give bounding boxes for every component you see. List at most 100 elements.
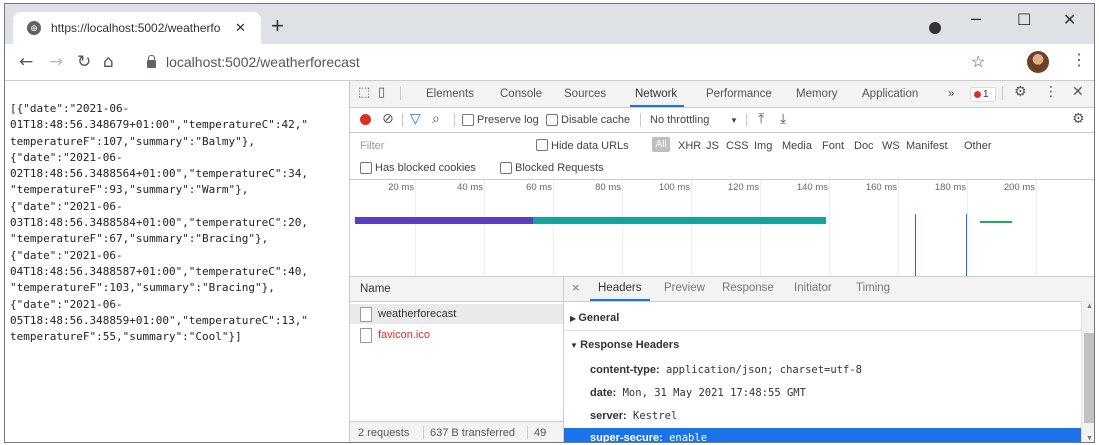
scroll-up-icon[interactable]: ▲ <box>1086 303 1093 310</box>
json-line: temperatureF":107,"summary":"Balmy"}, <box>10 134 256 148</box>
minimize-button[interactable]: ─ <box>971 10 981 29</box>
gridline <box>622 180 623 276</box>
json-line: "temperatureF":93,"summary":"Warm"}, <box>10 183 249 197</box>
separator <box>746 113 747 127</box>
devtools-tab-bar: ⬚ ▯ Elements Console Sources Network Per… <box>350 81 1094 108</box>
lock-icon[interactable] <box>147 54 156 68</box>
extension-icon[interactable] <box>929 22 941 34</box>
tab-network[interactable]: Network <box>635 88 677 100</box>
close-details-icon[interactable]: × <box>572 280 580 295</box>
tab-application[interactable]: Application <box>862 88 918 100</box>
general-section-toggle[interactable]: ▶ General <box>570 312 619 324</box>
separator <box>402 113 403 127</box>
record-icon[interactable] <box>360 114 371 125</box>
request-row[interactable]: favicon.ico <box>350 325 563 345</box>
timeline-tick: 120 ms <box>727 182 759 193</box>
address-bar[interactable]: localhost:5002/weatherforecast <box>125 49 1005 75</box>
profile-avatar[interactable] <box>1027 51 1049 73</box>
name-header-label: Name <box>360 283 391 295</box>
filter-type-xhr[interactable]: XHR <box>678 140 701 152</box>
network-overview-timeline[interactable]: 20 ms 40 ms 60 ms 80 ms 100 ms 120 ms 14… <box>350 180 1094 277</box>
timeline-tick: 60 ms <box>526 182 552 193</box>
tab-preview[interactable]: Preview <box>664 282 705 294</box>
filter-type-manifest[interactable]: Manifest <box>906 140 948 152</box>
filter-type-other[interactable]: Other <box>964 140 992 152</box>
request-name: favicon.ico <box>378 329 430 341</box>
maximize-button[interactable]: ☐ <box>1017 10 1031 29</box>
triangle-down-icon: ▼ <box>570 341 581 350</box>
filter-type-doc[interactable]: Doc <box>854 140 874 152</box>
blocked-requests-checkbox[interactable] <box>500 162 512 174</box>
inspect-element-icon[interactable]: ⬚ <box>358 85 370 100</box>
separator <box>423 426 424 439</box>
home-icon[interactable]: ⌂ <box>103 52 114 72</box>
filter-type-ws[interactable]: WS <box>882 140 900 152</box>
device-toolbar-icon[interactable]: ▯ <box>378 85 385 100</box>
gridline <box>967 180 968 276</box>
import-har-icon[interactable]: ⤒ <box>758 111 764 127</box>
clear-icon[interactable]: ⊘ <box>382 111 394 127</box>
header-row-super-secure[interactable]: super-secure: enable <box>564 428 1081 443</box>
chevron-down-icon[interactable]: ▼ <box>730 116 738 125</box>
name-column-header[interactable]: Name <box>350 277 563 302</box>
header-row-date[interactable]: date: Mon, 31 May 2021 17:48:55 GMT <box>590 387 806 399</box>
tab-headers[interactable]: Headers <box>598 282 641 294</box>
tab-performance[interactable]: Performance <box>706 88 772 100</box>
close-devtools-icon[interactable]: ✕ <box>1072 84 1084 100</box>
separator <box>1002 86 1003 100</box>
search-icon[interactable]: ⌕ <box>432 111 440 127</box>
hide-data-urls-checkbox[interactable] <box>536 139 548 151</box>
tab-close-button[interactable]: ✕ <box>235 20 246 36</box>
tab-memory[interactable]: Memory <box>796 88 838 100</box>
close-window-button[interactable]: ✕ <box>1063 10 1076 29</box>
filter-all-button[interactable]: All <box>652 137 670 152</box>
error-count-badge[interactable]: 1 <box>970 87 996 102</box>
tab-timing[interactable]: Timing <box>856 282 890 294</box>
browser-menu-icon[interactable]: ⋮ <box>1071 50 1087 70</box>
more-tabs-button[interactable]: » <box>948 88 954 100</box>
timeline-tick: 20 ms <box>388 182 414 193</box>
separator <box>527 426 528 439</box>
response-headers-section-toggle[interactable]: ▼ Response Headers <box>570 339 679 351</box>
filter-funnel-icon[interactable]: ▽ <box>410 111 421 127</box>
network-settings-icon[interactable]: ⚙ <box>1072 111 1085 127</box>
tab-elements[interactable]: Elements <box>426 88 474 100</box>
tab-console[interactable]: Console <box>500 88 542 100</box>
header-row-server[interactable]: server: Kestrel <box>590 410 677 422</box>
gridline <box>553 180 554 276</box>
back-icon[interactable]: ← <box>19 52 33 72</box>
header-key: super-secure: <box>590 432 663 443</box>
timeline-tick: 100 ms <box>658 182 690 193</box>
request-row[interactable]: weatherforecast <box>350 304 563 324</box>
reload-icon[interactable]: ↻ <box>77 52 91 72</box>
browser-tab[interactable]: ⊕ https://localhost:5002/weatherfo ✕ <box>13 12 261 44</box>
export-har-icon[interactable]: ⤓ <box>780 111 786 127</box>
filter-type-media[interactable]: Media <box>782 140 812 152</box>
has-blocked-cookies-checkbox[interactable] <box>360 162 372 174</box>
filter-type-css[interactable]: CSS <box>726 140 749 152</box>
disable-cache-checkbox[interactable] <box>546 114 558 126</box>
scroll-down-icon[interactable]: ▼ <box>1086 435 1093 442</box>
header-row-content-type[interactable]: content-type: application/json; charset=… <box>590 364 862 376</box>
filter-bar: Filter Hide data URLs All XHR JS CSS Img… <box>350 133 1094 180</box>
header-value: enable <box>669 432 708 443</box>
filter-type-js[interactable]: JS <box>706 140 719 152</box>
json-line: {"date":"2021-06- <box>10 199 123 213</box>
tab-initiator[interactable]: Initiator <box>794 282 832 294</box>
throttling-select[interactable]: No throttling <box>650 114 709 126</box>
details-scrollbar[interactable]: ▲ ▼ <box>1081 301 1094 442</box>
request-bar-waiting <box>355 217 533 224</box>
filter-type-img[interactable]: Img <box>754 140 772 152</box>
tab-response[interactable]: Response <box>722 282 774 294</box>
scrollbar-thumb[interactable] <box>1084 333 1094 423</box>
preserve-log-checkbox[interactable] <box>462 114 474 126</box>
filter-type-font[interactable]: Font <box>822 140 844 152</box>
devtools-menu-icon[interactable]: ⋮ <box>1044 84 1058 100</box>
settings-gear-icon[interactable]: ⚙ <box>1014 84 1027 100</box>
filter-input[interactable]: Filter <box>360 140 384 152</box>
tab-sources[interactable]: Sources <box>564 88 606 100</box>
new-tab-button[interactable]: + <box>271 15 284 37</box>
bookmark-star-icon[interactable]: ☆ <box>971 52 985 72</box>
forward-icon[interactable]: → <box>49 52 63 72</box>
url-text[interactable]: localhost:5002/weatherforecast <box>166 54 360 70</box>
